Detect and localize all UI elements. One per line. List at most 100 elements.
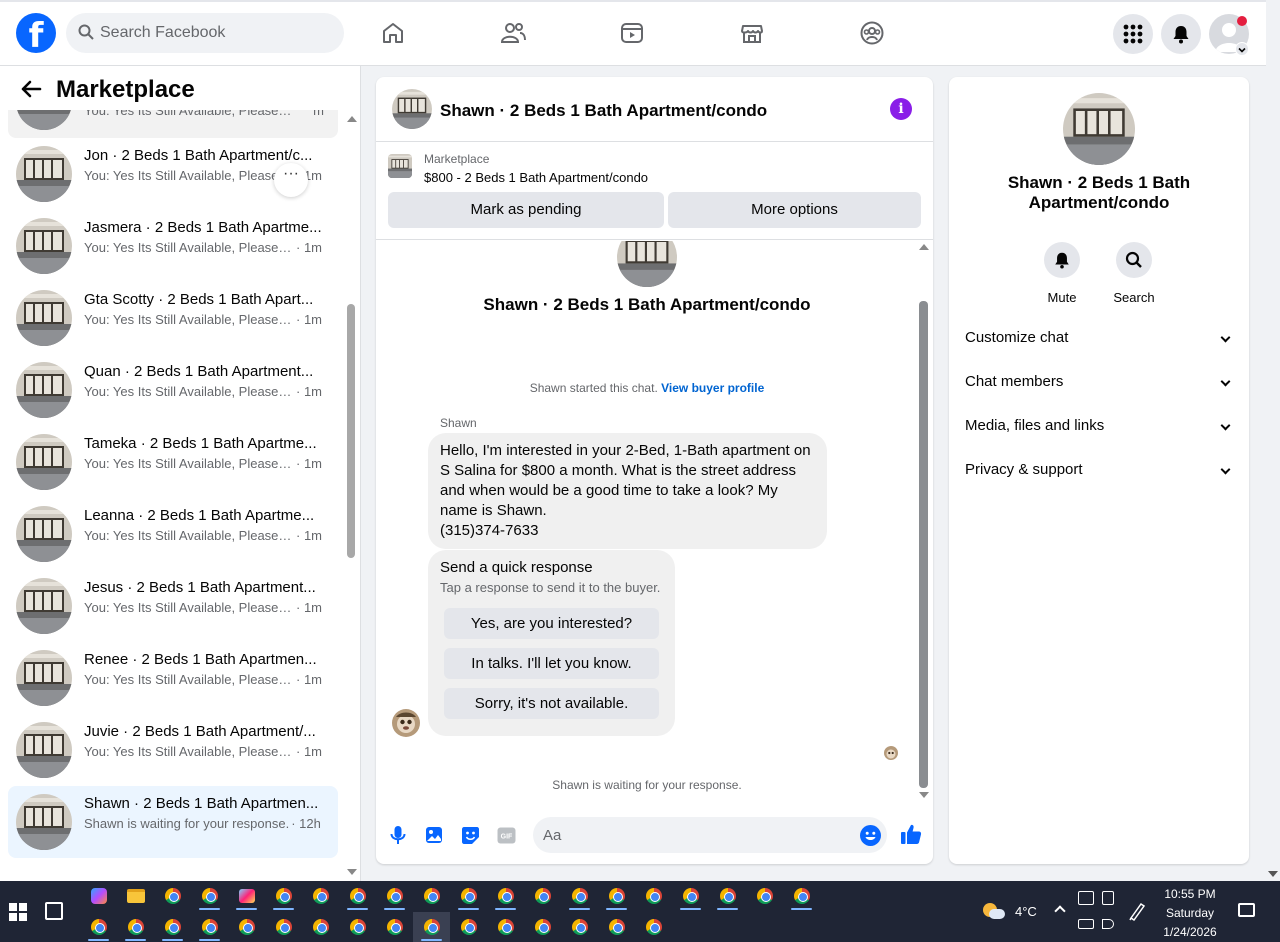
chrome-taskbar-icon[interactable]	[302, 912, 339, 942]
chrome-taskbar-icon[interactable]	[598, 912, 635, 942]
chrome-taskbar-icon[interactable]	[154, 881, 191, 911]
sidebar-scrollbar[interactable]	[343, 110, 359, 881]
privacy-support-section[interactable]: Privacy & support	[965, 452, 1233, 488]
more-options-button[interactable]: More options	[668, 192, 921, 228]
watch-icon[interactable]	[617, 16, 647, 50]
conversation-item[interactable]: Renee · 2 Beds 1 Bath Apartmen... You: Ye…	[8, 642, 338, 714]
chrome-taskbar-icon[interactable]	[487, 881, 524, 911]
chrome-taskbar-icon[interactable]	[265, 881, 302, 911]
chat-members-section[interactable]: Chat members	[965, 364, 1233, 400]
marketplace-icon[interactable]	[737, 16, 767, 50]
system-clock[interactable]: 10:55 PM Saturday 1/24/2026	[1156, 885, 1224, 942]
notification-center-icon[interactable]	[1238, 903, 1255, 917]
chrome-taskbar-icon[interactable]	[635, 881, 672, 911]
weather-widget[interactable]: 4°C	[983, 901, 1037, 921]
folder-taskbar-icon[interactable]	[117, 881, 154, 911]
quick-reply-in-talks-button[interactable]: In talks. I'll let you know.	[444, 648, 659, 679]
chrome-taskbar-icon[interactable]	[524, 881, 561, 911]
more-options-icon[interactable]: ···	[274, 163, 308, 197]
chrome-taskbar-icon[interactable]	[746, 881, 783, 911]
menu-grid-icon[interactable]	[1113, 14, 1153, 54]
chrome-taskbar-icon[interactable]	[376, 881, 413, 911]
chrome-taskbar-icon[interactable]	[413, 912, 450, 942]
quick-reply-not-available-button[interactable]: Sorry, it's not available.	[444, 688, 659, 719]
page-scrollbar[interactable]	[1266, 0, 1280, 881]
chrome-taskbar-icon[interactable]	[672, 881, 709, 911]
conversation-item[interactable]: Quan · 2 Beds 1 Bath Apartment... You: Ye…	[8, 354, 338, 426]
chrome-taskbar-icon[interactable]	[191, 881, 228, 911]
chrome-taskbar-icon[interactable]	[117, 912, 154, 942]
chrome-taskbar-icon[interactable]	[524, 912, 561, 942]
phone-link-icon[interactable]	[1102, 891, 1114, 905]
groups-icon[interactable]	[857, 16, 887, 50]
chrome-taskbar-icon[interactable]	[191, 912, 228, 942]
chrome-taskbar-icon[interactable]	[783, 881, 820, 911]
chrome-taskbar-icon[interactable]	[339, 881, 376, 911]
windows-start-icon[interactable]	[9, 903, 27, 921]
search-input[interactable]	[100, 13, 330, 53]
pen-icon[interactable]	[1128, 901, 1146, 921]
conversation-item[interactable]: Shawn · 2 Beds 1 Bath Apartmen... Shawn i…	[8, 786, 338, 858]
mute-button[interactable]: Mute	[1032, 242, 1092, 305]
chrome-taskbar-icon[interactable]	[561, 881, 598, 911]
chrome-taskbar-icon[interactable]	[339, 912, 376, 942]
emoji-icon[interactable]	[860, 825, 881, 846]
volume-icon[interactable]	[1102, 919, 1114, 929]
chat-avatar[interactable]	[392, 89, 432, 129]
info-icon[interactable]: i	[890, 98, 912, 120]
media-files-links-section[interactable]: Media, files and links	[965, 408, 1233, 444]
chrome-taskbar-icon[interactable]	[561, 912, 598, 942]
chrome-taskbar-icon[interactable]	[598, 881, 635, 911]
chrome-taskbar-icon[interactable]	[376, 912, 413, 942]
image-icon[interactable]	[423, 824, 445, 846]
chrome-taskbar-icon[interactable]	[80, 912, 117, 942]
gif-icon[interactable]: GIF	[495, 824, 517, 846]
chrome-taskbar-icon[interactable]	[413, 881, 450, 911]
microphone-icon[interactable]	[387, 824, 409, 846]
chrome-taskbar-icon[interactable]	[228, 912, 265, 942]
network-icon[interactable]	[1078, 919, 1094, 929]
conversation-item[interactable]: Gta Scotty · 2 Beds 1 Bath Apart... You: …	[8, 282, 338, 354]
sticker-icon[interactable]	[459, 824, 481, 846]
listing-thumbnail[interactable]	[388, 154, 412, 178]
conversation-item[interactable]: Tameka · 2 Beds 1 Bath Apartme... You: Ye…	[8, 426, 338, 498]
photo-taskbar-icon[interactable]	[228, 881, 265, 911]
notifications-bell-icon[interactable]	[1161, 14, 1201, 54]
facebook-logo[interactable]: f	[16, 13, 56, 53]
cloud-sync-icon[interactable]	[1078, 891, 1094, 905]
phone-number: (315)374-7633	[440, 522, 539, 539]
sender-avatar[interactable]	[392, 709, 420, 737]
copilot-taskbar-icon[interactable]	[80, 881, 117, 911]
chrome-taskbar-icon[interactable]	[635, 912, 672, 942]
home-icon[interactable]	[378, 16, 408, 50]
chrome-taskbar-icon[interactable]	[450, 912, 487, 942]
chrome-taskbar-icon[interactable]	[709, 881, 746, 911]
chat-title[interactable]: Shawn · 2 Beds 1 Bath Apartment/condo	[440, 101, 767, 121]
info-avatar[interactable]	[1063, 93, 1135, 165]
chrome-taskbar-icon[interactable]	[487, 912, 524, 942]
conversation-item[interactable]: Jasmera · 2 Beds 1 Bath Apartme... You: Y…	[8, 210, 338, 282]
mark-as-pending-button[interactable]: Mark as pending	[388, 192, 664, 228]
conversation-item[interactable]: Leanna · 2 Beds 1 Bath Apartme... You: Ye…	[8, 498, 338, 570]
chrome-taskbar-icon[interactable]	[265, 912, 302, 942]
message-input-box[interactable]	[533, 817, 887, 853]
search-in-conversation-button[interactable]: Search	[1104, 242, 1164, 305]
friends-icon[interactable]	[498, 16, 528, 50]
listing-price[interactable]: $800 - 2 Beds 1 Bath Apartment/condo	[424, 170, 648, 185]
chrome-taskbar-icon[interactable]	[302, 881, 339, 911]
conversation-item[interactable]: Juvie · 2 Beds 1 Bath Apartment/... You: …	[8, 714, 338, 786]
task-view-icon[interactable]	[45, 902, 63, 920]
customize-chat-section[interactable]: Customize chat	[965, 320, 1233, 356]
chat-scrollbar[interactable]	[916, 241, 932, 801]
view-buyer-profile-link[interactable]: View buyer profile	[661, 381, 764, 395]
quick-reply-interested-button[interactable]: Yes, are you interested?	[444, 608, 659, 639]
chrome-taskbar-icon[interactable]	[450, 881, 487, 911]
chrome-taskbar-icon[interactable]	[154, 912, 191, 942]
message-input[interactable]	[543, 817, 843, 853]
show-hidden-icons-chevron[interactable]	[1054, 905, 1066, 917]
conversation-item[interactable]: Jesus · 2 Beds 1 Bath Apartment... You: Y…	[8, 570, 338, 642]
like-icon[interactable]	[899, 822, 923, 846]
chevron-down-icon[interactable]	[1235, 42, 1249, 56]
search-box[interactable]	[66, 13, 344, 53]
back-arrow-icon[interactable]	[20, 78, 42, 100]
